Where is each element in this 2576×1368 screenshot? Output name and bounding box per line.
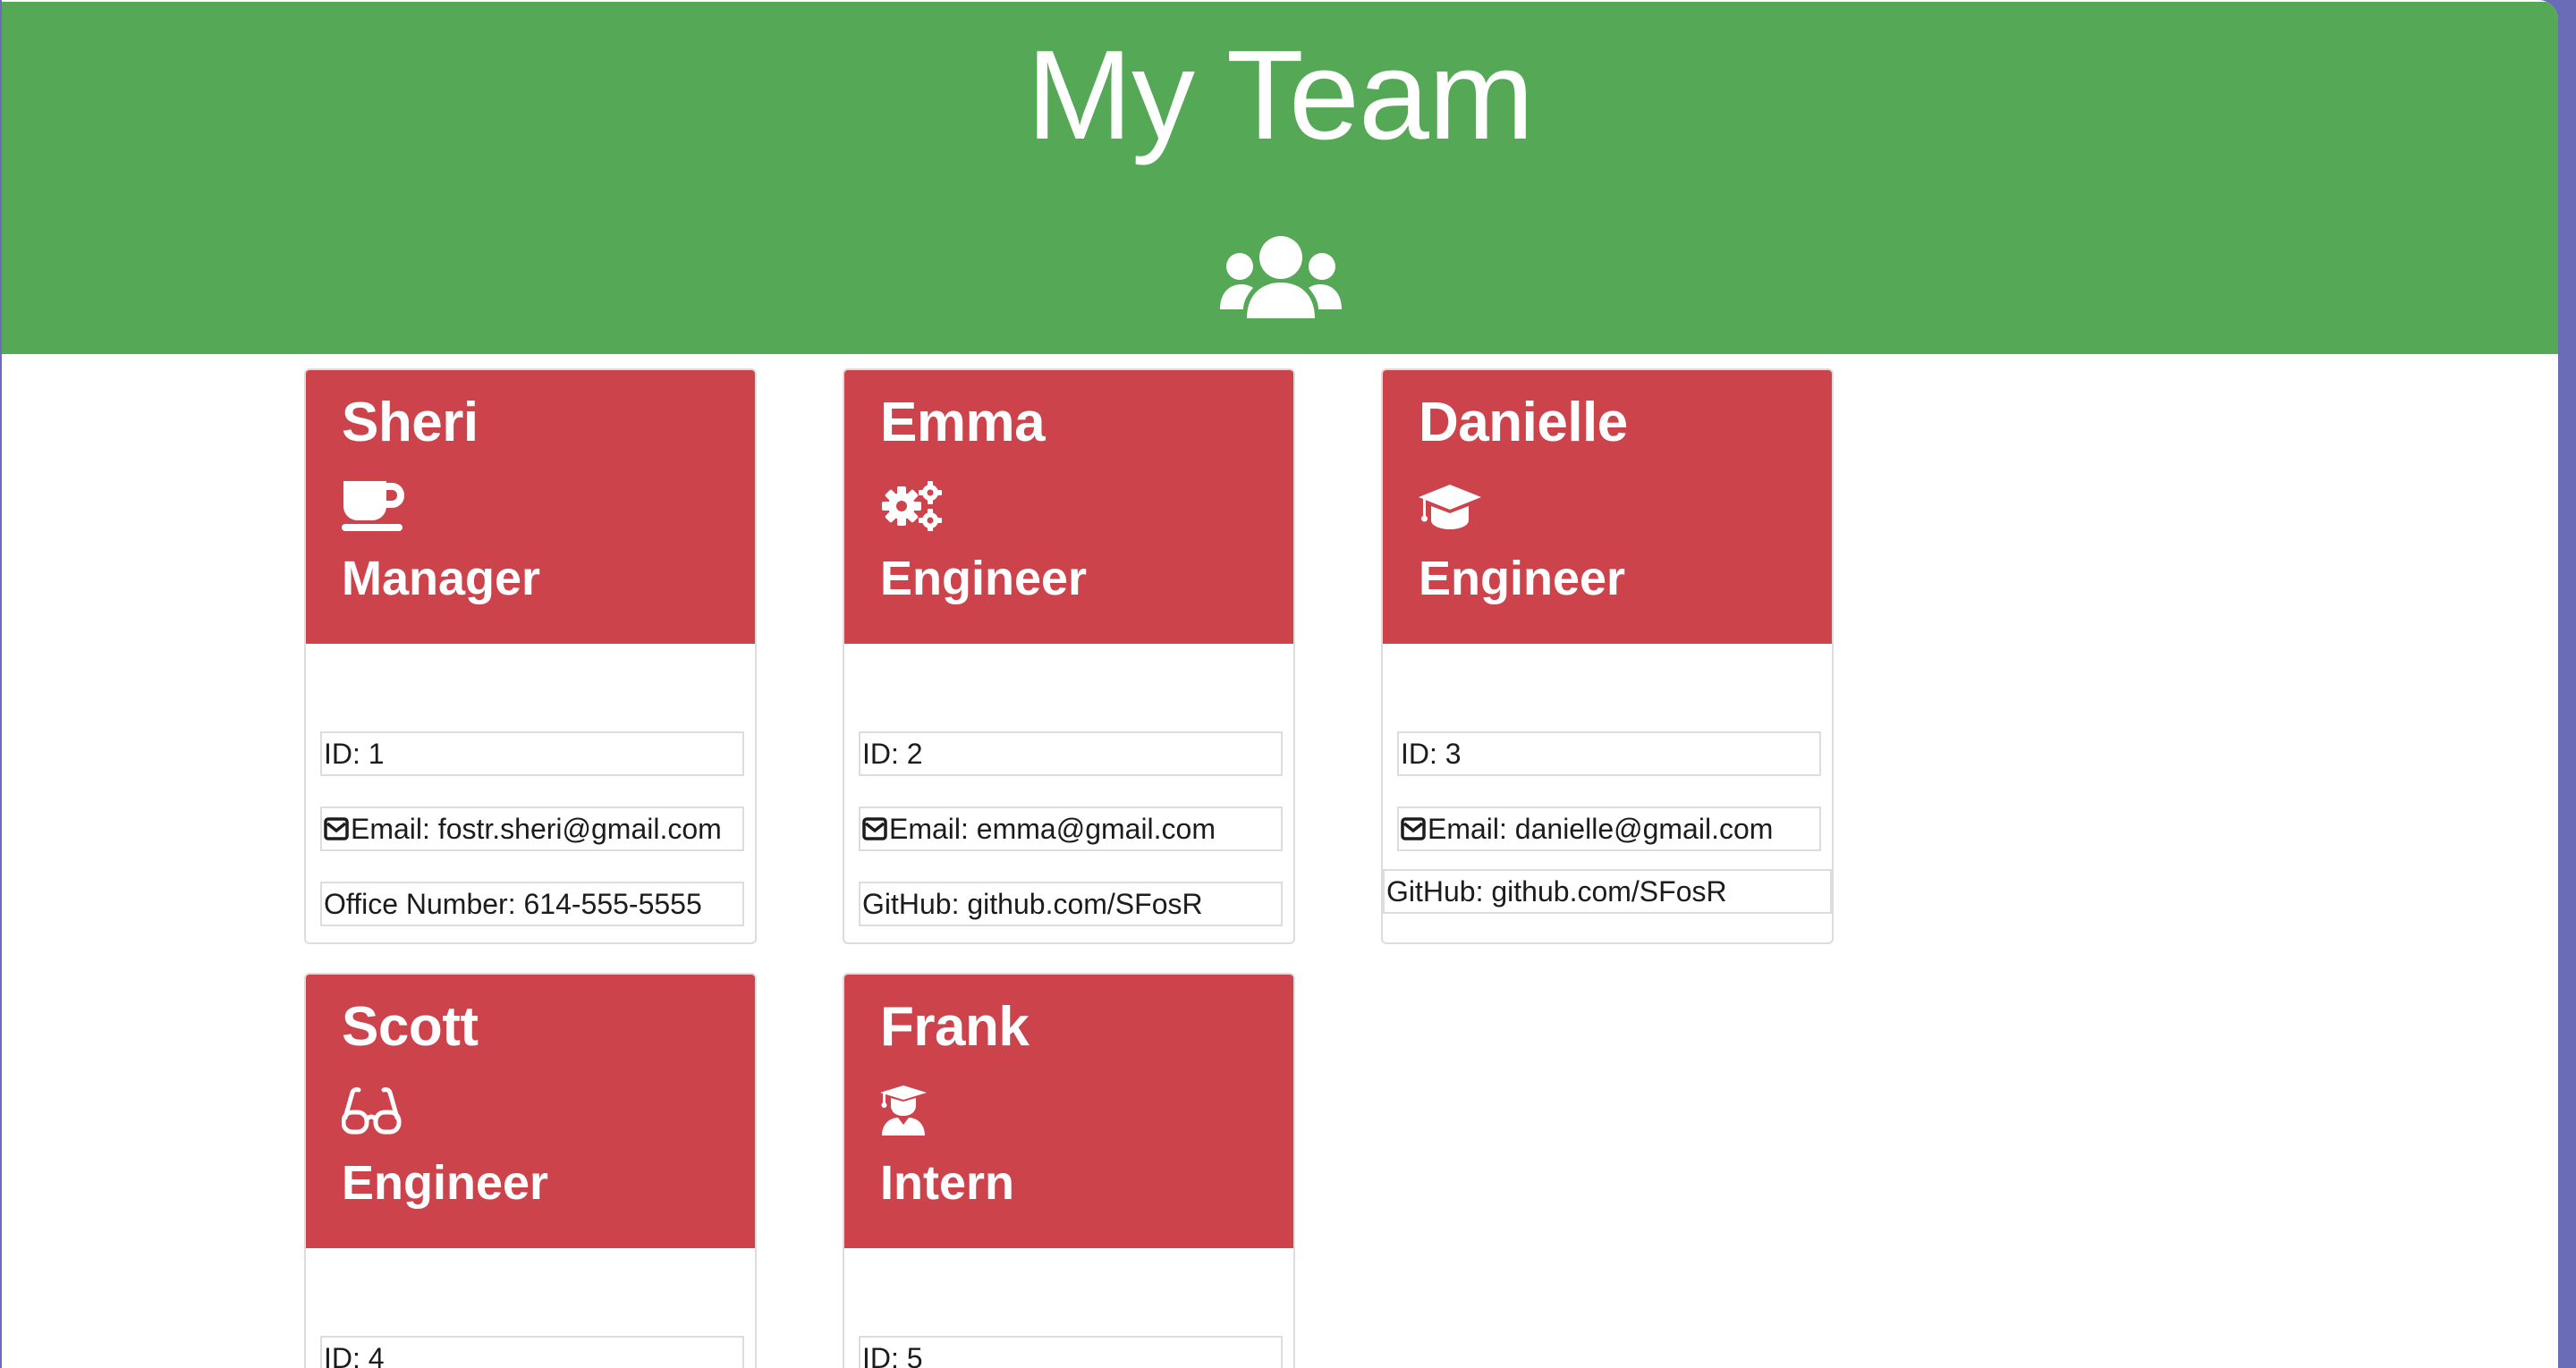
employee-card-danielle: Danielle Engineer ID: 3 Email: danielle@… <box>1381 368 1834 944</box>
employee-role: Engineer <box>342 1156 549 1210</box>
employee-name: Sheri <box>342 392 479 453</box>
card-header: Emma Engineer <box>844 370 1293 644</box>
glasses-icon <box>342 1087 402 1135</box>
employee-name: Danielle <box>1419 392 1628 453</box>
employee-card-emma: Emma Engineer ID: 2 Email: emma@gmail.co… <box>843 368 1295 944</box>
users-icon <box>1220 236 1342 318</box>
employee-role: Engineer <box>1419 552 1626 605</box>
card-header: Danielle Engineer <box>1383 370 1832 644</box>
employee-email[interactable]: Email: fostr.sheri@gmail.com <box>320 806 744 851</box>
office-number: Office Number: 614-555-5555 <box>320 882 744 926</box>
github-link[interactable]: GitHub: github.com/SFosR <box>859 882 1283 926</box>
employee-role: Manager <box>342 552 541 605</box>
employee-id: ID: 3 <box>1397 731 1821 776</box>
employee-name: Frank <box>880 996 1030 1058</box>
card-header: Sheri Manager <box>306 370 755 644</box>
employee-id: ID: 1 <box>320 731 744 776</box>
browser-page: My Team Sheri Manager ID: 1 Email: fostr… <box>2 0 2558 1368</box>
employee-card-frank: Frank Intern ID: 5 <box>843 973 1295 1368</box>
graduation-cap-icon <box>1419 485 1481 529</box>
employee-role: Intern <box>880 1156 1015 1210</box>
card-header: Frank Intern <box>844 975 1293 1248</box>
user-graduate-icon <box>880 1085 927 1136</box>
email-text: Email: emma@gmail.com <box>889 813 1216 845</box>
mug-saucer-icon <box>342 481 404 531</box>
envelope-icon <box>862 817 887 840</box>
employee-id: ID: 2 <box>859 731 1283 776</box>
email-text: Email: fostr.sheri@gmail.com <box>351 813 722 845</box>
gears-icon <box>882 481 942 531</box>
employee-name: Emma <box>880 392 1046 453</box>
card-header: Scott Engineer <box>306 975 755 1248</box>
employee-email[interactable]: Email: danielle@gmail.com <box>1397 806 1821 851</box>
envelope-icon <box>1401 817 1426 840</box>
employee-id: ID: 5 <box>859 1336 1283 1368</box>
employee-id: ID: 4 <box>320 1336 744 1368</box>
employee-card-sheri: Sheri Manager ID: 1 Email: fostr.sheri@g… <box>304 368 757 944</box>
header-banner: My Team <box>2 2 2558 354</box>
employee-card-scott: Scott Engineer ID: 4 <box>304 973 757 1368</box>
employee-role: Engineer <box>880 552 1088 605</box>
employee-name: Scott <box>342 996 479 1058</box>
envelope-icon <box>324 817 349 840</box>
page-title: My Team <box>1026 24 1534 166</box>
github-link[interactable]: GitHub: github.com/SFosR <box>1383 869 1832 914</box>
email-text: Email: danielle@gmail.com <box>1428 813 1774 845</box>
employee-email[interactable]: Email: emma@gmail.com <box>859 806 1283 851</box>
